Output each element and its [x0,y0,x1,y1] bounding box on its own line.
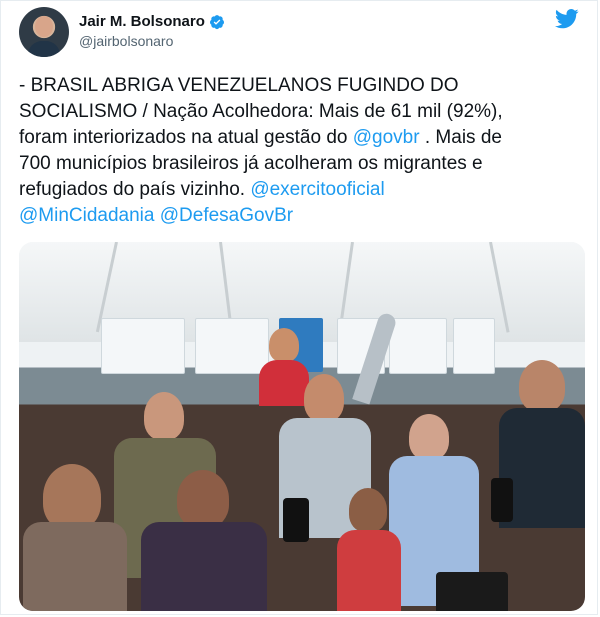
tweet-line: @MinCidadania @DefesaGovBr [19,203,579,229]
mention-defesagovbr[interactable]: @DefesaGovBr [160,205,293,226]
child-head [269,328,299,362]
mention-mincidadania[interactable]: @MinCidadania [19,205,154,226]
crowd-head [519,360,565,412]
mention-govbr[interactable]: @govbr [353,127,420,148]
phone [436,572,508,611]
avatar[interactable] [19,7,69,57]
twitter-bird-icon[interactable] [555,9,579,29]
tweet-text: - BRASIL ABRIGA VENEZUELANOS FUGINDO DO … [19,73,579,229]
avatar-shirt [28,41,60,57]
phone [283,498,309,542]
tweet-text-segment: 700 municípios brasileiros já acolheram … [19,153,483,174]
crowd-shirt [141,522,267,611]
tweet-text-segment: refugiados do país vizinho. [19,179,251,200]
tweet-text-segment: foram interiorizados na atual gestão do [19,127,353,148]
man-left-head [144,392,184,440]
tweet-card: Jair M. Bolsonaro @jairbolsonaro - BRASI… [0,0,598,615]
display-name[interactable]: Jair M. Bolsonaro [79,13,225,30]
unhcr-banner [389,318,447,374]
tweet-photo[interactable] [19,242,585,611]
tweet-text-segment: SOCIALISMO / Nação Acolhedora: Mais de 6… [19,101,503,122]
tweet-header: Jair M. Bolsonaro @jairbolsonaro [19,7,579,59]
child-red-shirt [259,360,309,406]
display-name-text[interactable]: Jair M. Bolsonaro [79,13,205,30]
avatar-face [35,16,53,37]
unhcr-banner [453,318,495,374]
handle[interactable]: @jairbolsonaro [79,33,225,49]
tweet-line: 700 municípios brasileiros já acolheram … [19,151,579,177]
author-info: Jair M. Bolsonaro @jairbolsonaro [79,13,225,49]
mention-exercitooficial[interactable]: @exercitooficial [250,179,384,200]
tweet-line: SOCIALISMO / Nação Acolhedora: Mais de 6… [19,99,579,125]
phone [491,478,513,522]
president-head [304,374,344,422]
crowd-head [43,464,101,530]
unhcr-banner [195,318,269,374]
tweet-line: foram interiorizados na atual gestão do … [19,125,579,151]
crowd-head [177,470,229,528]
tweet-line: - BRASIL ABRIGA VENEZUELANOS FUGINDO DO [19,73,579,99]
verified-badge-icon [209,14,224,29]
crowd-shirt [337,530,401,611]
tweet-text-segment: - BRASIL ABRIGA VENEZUELANOS FUGINDO DO [19,75,459,96]
tweet-line: refugiados do país vizinho. @exercitoofi… [19,177,579,203]
crowd-shirt [23,522,127,611]
unhcr-banner [101,318,185,374]
tweet-text-segment: . Mais de [419,127,502,148]
crowd-head [349,488,387,532]
man-head [409,414,449,460]
